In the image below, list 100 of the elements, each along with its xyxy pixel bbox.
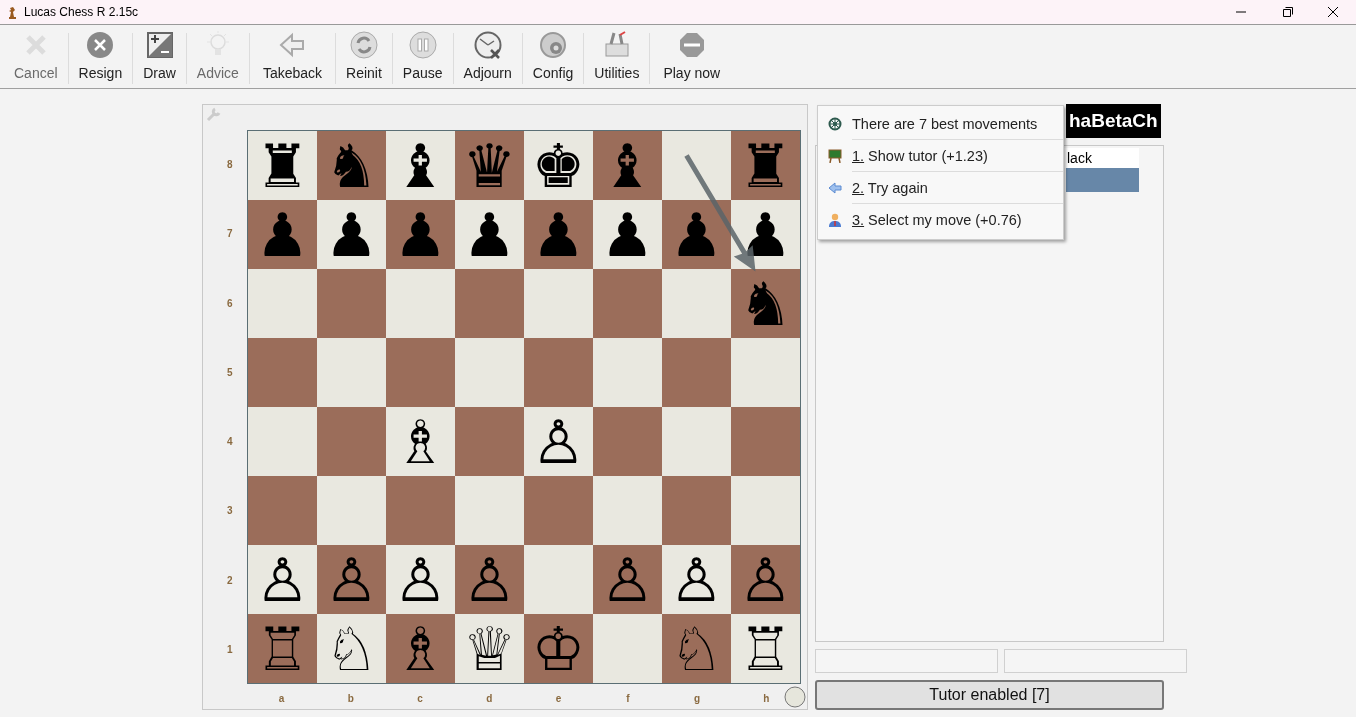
- file-label: b: [347, 693, 354, 704]
- chess-piece[interactable]: ♝: [600, 135, 655, 196]
- toolbar-button[interactable]: Resign: [68, 25, 133, 88]
- board-square[interactable]: ♘: [317, 614, 386, 683]
- board-square[interactable]: ♙: [662, 545, 731, 614]
- chess-piece[interactable]: ♕: [462, 618, 517, 679]
- chess-piece[interactable]: ♖: [738, 618, 793, 679]
- chess-piece[interactable]: ♙: [738, 549, 793, 610]
- board-square[interactable]: ♙: [524, 407, 593, 476]
- rank-label: 6: [227, 297, 233, 309]
- menu-item[interactable]: 1. Show tutor (+1.23): [852, 147, 988, 164]
- board-square[interactable]: ♟: [455, 200, 524, 269]
- chess-piece[interactable]: ♗: [393, 411, 448, 472]
- toolbar-button[interactable]: Adjourn: [453, 25, 522, 88]
- left-arrow-icon: [828, 180, 842, 195]
- table-row[interactable]: [1066, 168, 1139, 192]
- pause-icon: [408, 31, 437, 59]
- chess-piece[interactable]: ♝: [393, 135, 448, 196]
- chess-piece[interactable]: ♙: [255, 549, 310, 610]
- board-square[interactable]: ♟: [731, 200, 800, 269]
- board-square[interactable]: ♙: [731, 545, 800, 614]
- person-icon: [828, 212, 842, 227]
- board-square[interactable]: ♗: [386, 614, 455, 683]
- board-square[interactable]: ♕: [455, 614, 524, 683]
- plus-minus-icon: [145, 31, 174, 59]
- board-square[interactable]: ♙: [248, 545, 317, 614]
- board-square[interactable]: ♟: [524, 200, 593, 269]
- board-square[interactable]: ♞: [317, 131, 386, 200]
- chess-piece[interactable]: ♙: [462, 549, 517, 610]
- toolbar-button[interactable]: Draw: [133, 25, 186, 88]
- chess-piece[interactable]: ♞: [324, 135, 379, 196]
- input-field[interactable]: [815, 649, 998, 673]
- chess-piece[interactable]: ♟: [255, 204, 310, 265]
- chess-piece[interactable]: ♟: [669, 204, 724, 265]
- board-square[interactable]: [662, 131, 731, 200]
- board-square[interactable]: ♛: [455, 131, 524, 200]
- menu-item[interactable]: 3. Select my move (+0.76): [852, 211, 1022, 228]
- board-square[interactable]: ♔: [524, 614, 593, 683]
- chess-piece[interactable]: ♖: [255, 618, 310, 679]
- toolbar-button[interactable]: Pause: [392, 25, 453, 88]
- board-square[interactable]: ♗: [386, 407, 455, 476]
- board-square[interactable]: ♞: [731, 269, 800, 338]
- chess-piece[interactable]: ♞: [738, 273, 793, 334]
- chess-piece[interactable]: ♟: [531, 204, 586, 265]
- board-square[interactable]: ♟: [593, 200, 662, 269]
- board-square[interactable]: ♚: [524, 131, 593, 200]
- chess-piece[interactable]: ♟: [393, 204, 448, 265]
- input-field[interactable]: [1004, 649, 1187, 673]
- chess-piece[interactable]: ♟: [738, 204, 793, 265]
- chess-piece[interactable]: ♘: [324, 618, 379, 679]
- chess-piece[interactable]: ♙: [531, 411, 586, 472]
- board-square[interactable]: ♖: [731, 614, 800, 683]
- chess-piece[interactable]: ♛: [462, 135, 517, 196]
- blackboard-icon: [828, 148, 842, 163]
- board-square[interactable]: ♙: [386, 545, 455, 614]
- file-label: g: [694, 693, 701, 704]
- toolbar-button[interactable]: Play now: [650, 25, 734, 88]
- wrench-icon[interactable]: [205, 107, 221, 123]
- board-square[interactable]: ♟: [662, 200, 731, 269]
- chess-piece[interactable]: ♜: [255, 135, 310, 196]
- toolbar-button[interactable]: Utilities: [584, 25, 650, 88]
- chess-piece[interactable]: ♟: [324, 204, 379, 265]
- chess-piece[interactable]: ♘: [669, 618, 724, 679]
- rank-label: 5: [227, 366, 233, 378]
- chess-piece[interactable]: ♔: [531, 618, 586, 679]
- board-square[interactable]: ♜: [248, 131, 317, 200]
- board-square[interactable]: ♖: [248, 614, 317, 683]
- engine-label: haBetaCh: [1066, 104, 1161, 138]
- chess-piece[interactable]: ♙: [324, 549, 379, 610]
- toolbar-button[interactable]: Config: [522, 25, 584, 88]
- file-label: e: [555, 693, 562, 704]
- chess-piece[interactable]: ♜: [738, 135, 793, 196]
- chess-piece[interactable]: ♗: [393, 618, 448, 679]
- rank-label: 1: [227, 643, 233, 655]
- window-title: Lucas Chess R 2.15c: [24, 5, 139, 19]
- board-square[interactable]: ♟: [248, 200, 317, 269]
- circle-x-icon: [86, 31, 115, 59]
- tutor-button[interactable]: Tutor enabled [7]: [815, 680, 1164, 710]
- chess-piece[interactable]: ♚: [531, 135, 586, 196]
- board-square[interactable]: ♙: [593, 545, 662, 614]
- board-square[interactable]: ♝: [593, 131, 662, 200]
- chess-piece[interactable]: ♟: [600, 204, 655, 265]
- circle-icon[interactable]: [784, 686, 806, 708]
- board-square[interactable]: ♙: [317, 545, 386, 614]
- chess-piece[interactable]: ♟: [462, 204, 517, 265]
- board-square[interactable]: ♟: [386, 200, 455, 269]
- board-square[interactable]: ♝: [386, 131, 455, 200]
- chess-piece[interactable]: ♙: [600, 549, 655, 610]
- board-square[interactable]: ♘: [662, 614, 731, 683]
- board-square[interactable]: ♙: [455, 545, 524, 614]
- chess-piece[interactable]: ♙: [393, 549, 448, 610]
- toolbar-button[interactable]: Reinit: [336, 25, 392, 88]
- rank-label: 4: [227, 436, 233, 448]
- refresh-icon: [349, 31, 378, 59]
- menu-item[interactable]: 2. Try again: [852, 179, 928, 196]
- board-square[interactable]: ♟: [317, 200, 386, 269]
- chess-piece[interactable]: ♙: [669, 549, 724, 610]
- toolbar-button[interactable]: Takeback: [249, 25, 336, 88]
- file-label: h: [763, 693, 770, 704]
- board-square[interactable]: ♜: [731, 131, 800, 200]
